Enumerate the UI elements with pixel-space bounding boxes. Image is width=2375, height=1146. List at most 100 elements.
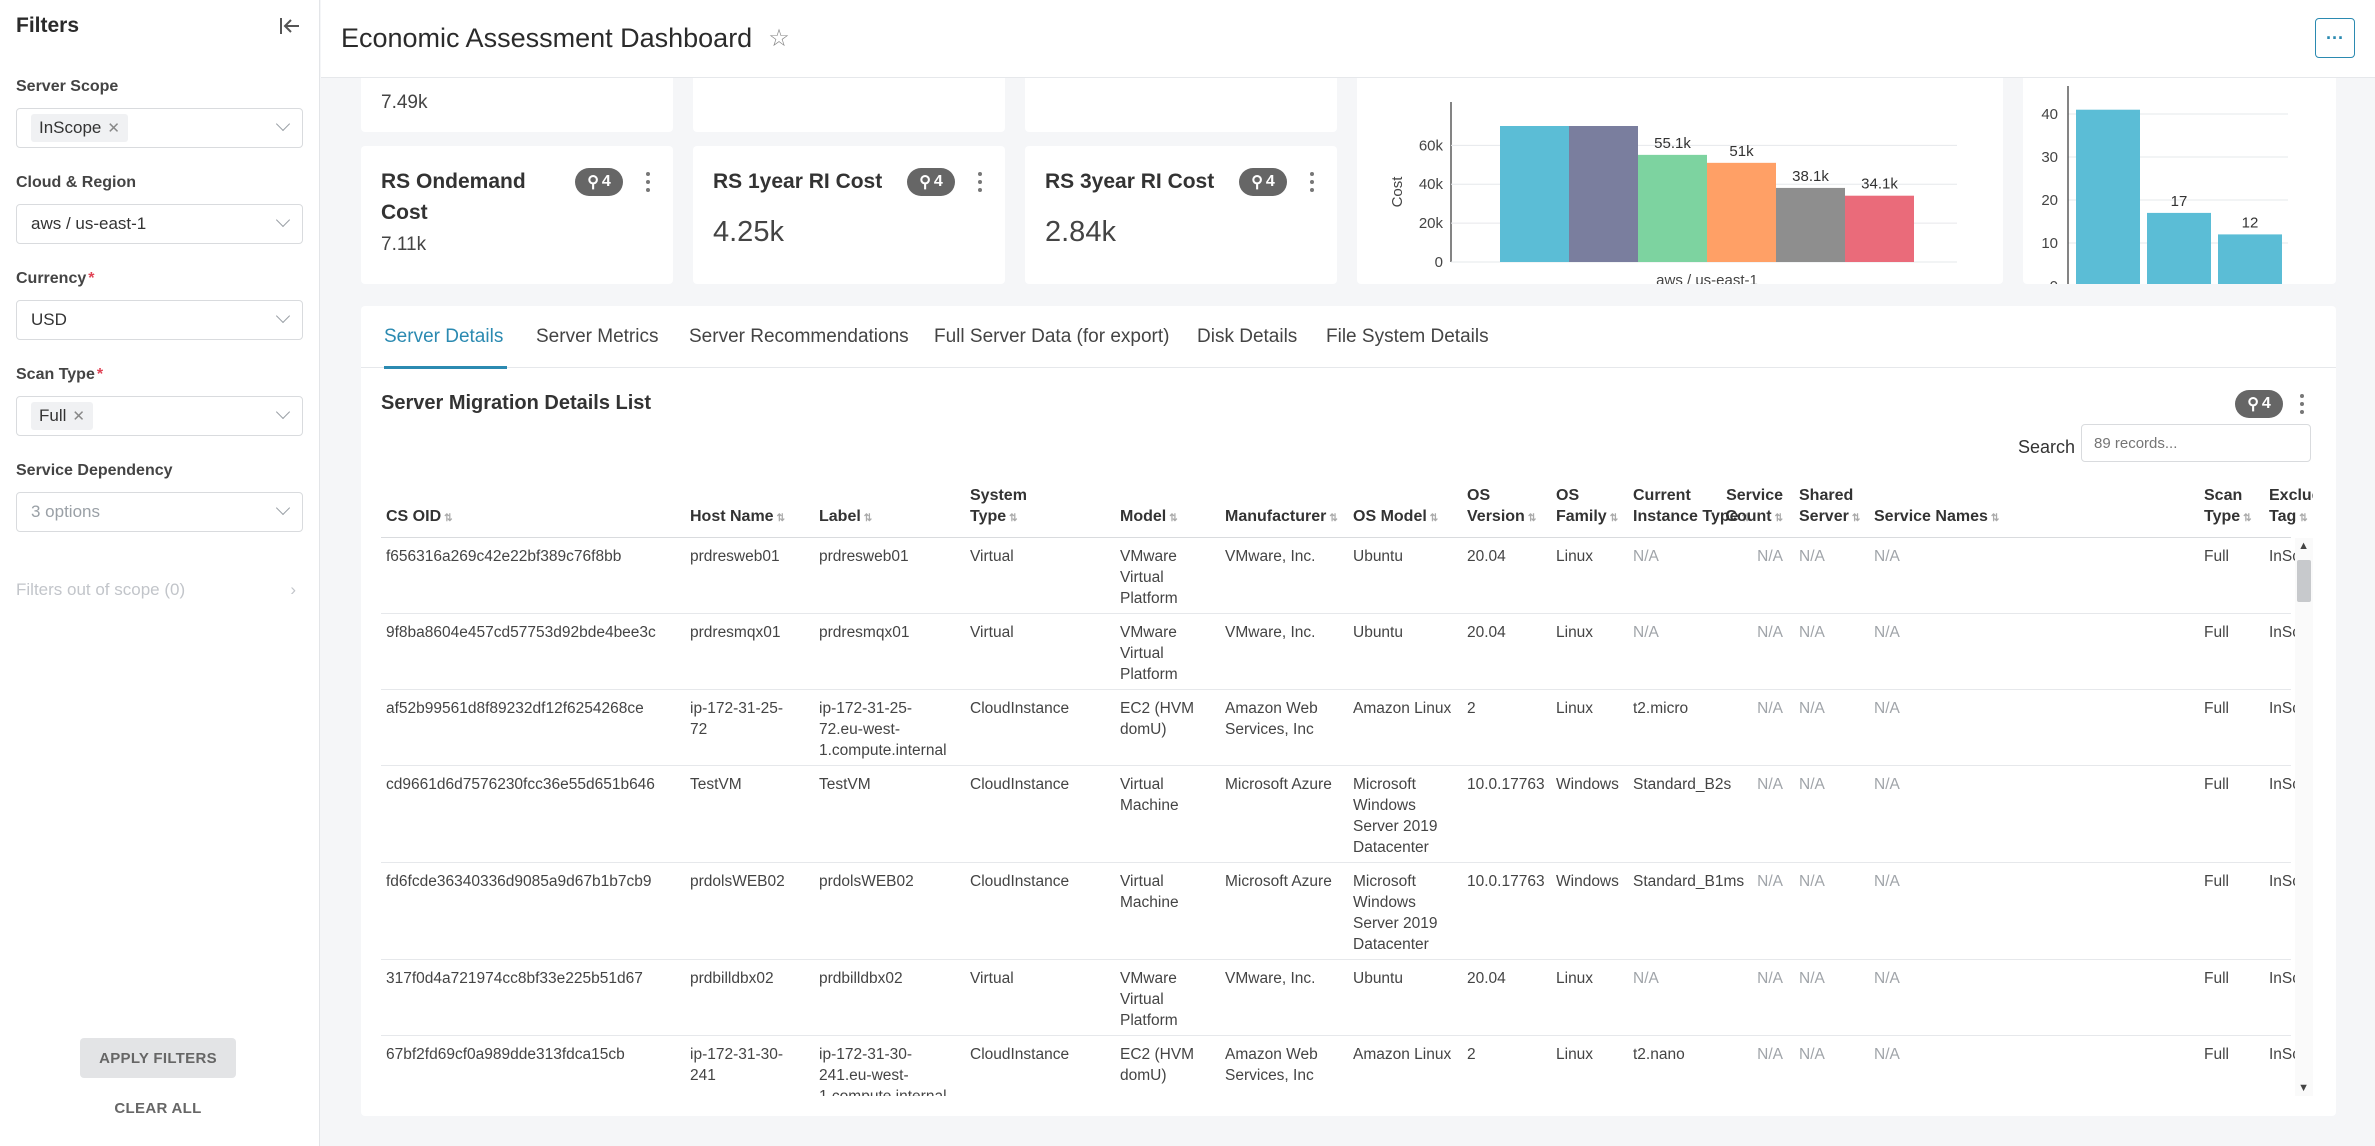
column-header-label: Type: [2204, 508, 2241, 525]
sort-icon[interactable]: ⇅: [864, 513, 872, 524]
column-header[interactable]: System Type ⇅: [970, 485, 1027, 529]
column-header[interactable]: CS OID ⇅: [386, 506, 453, 529]
sort-icon[interactable]: ⇅: [1329, 513, 1337, 524]
service-dependency-label: Service Dependency: [16, 462, 173, 479]
column-header-label: Tag: [2269, 508, 2297, 525]
table-cell: ip-172-31-25- 72: [690, 700, 784, 738]
column-header[interactable]: OS Version ⇅: [1467, 485, 1536, 529]
service-dependency-select[interactable]: 3 options: [16, 492, 303, 532]
table-row[interactable]: cd9661d6d7576230fcc36e55d651b646 TestVM Te…: [381, 766, 2313, 863]
table-row[interactable]: fd6fcde36340336d9085a9d67b1b7cb9 prdolsWE…: [381, 863, 2313, 960]
column-header-label: Count: [1725, 508, 1772, 525]
table-cell: t2.micro: [1633, 700, 1689, 717]
tab-server-recommendations[interactable]: Server Recommendations: [689, 326, 909, 348]
kebab-menu-icon[interactable]: [1306, 168, 1318, 196]
table-cell: TestVM: [690, 776, 742, 793]
apply-filters-button[interactable]: APPLY FILTERS: [80, 1038, 236, 1078]
server-scope-select[interactable]: InScope ✕: [16, 108, 303, 148]
sidebar-title: Filters: [16, 14, 80, 37]
table-row[interactable]: 67bf2fd69cf0a989dde313fdca15cb ip-172-31-…: [381, 1036, 2313, 1096]
table-row[interactable]: af52b99561d8f89232df12f6254268ce ip-172-3…: [381, 690, 2313, 766]
table-cell: Ubuntu: [1353, 624, 1403, 641]
column-header[interactable]: Shared Server ⇅: [1799, 485, 1860, 529]
more-options-button[interactable]: ···: [2315, 18, 2355, 58]
table-cell: N/A: [1757, 1046, 1783, 1063]
table-cell: Amazon Web Services, Inc: [1225, 700, 1318, 738]
filter-count-badge[interactable]: ⚲ 4: [907, 168, 955, 196]
list-title: Server Migration Details List: [381, 392, 652, 414]
column-header[interactable]: Service Names ⇅: [1874, 506, 1999, 529]
sort-icon[interactable]: ⇅: [1991, 513, 1999, 524]
sort-icon[interactable]: ⇅: [1169, 513, 1177, 524]
tab-bar: Server Details Server Metrics Server Rec…: [361, 306, 2336, 369]
table-row[interactable]: 317f0d4a721974cc8bf33e225b51d67 prdbilldb…: [381, 960, 2313, 1036]
filter-count: 4: [601, 173, 611, 190]
sort-icon[interactable]: ⇅: [2299, 513, 2307, 524]
filter-icon: ⚲: [919, 174, 931, 191]
table-cell: N/A: [1757, 970, 1783, 987]
column-header[interactable]: OS Family ⇅: [1556, 485, 1618, 529]
column-header[interactable]: Exclude Tag⇅: [2269, 485, 2313, 529]
scan-type-select[interactable]: Full ✕: [16, 396, 303, 436]
filters-out-of-scope[interactable]: Filters out of scope (0) ›: [16, 580, 296, 600]
sort-icon[interactable]: ⇅: [1528, 513, 1536, 524]
metric-card-1year: RS 1year RI Cost ⚲ 4 4.25k: [693, 146, 1005, 284]
column-header[interactable]: Scan Type ⇅: [2204, 485, 2252, 529]
column-header[interactable]: Host Name ⇅: [690, 506, 785, 529]
data-label: 51k: [1729, 143, 1754, 160]
tab-server-metrics[interactable]: Server Metrics: [536, 326, 658, 348]
scroll-down-icon[interactable]: ▼: [2298, 1082, 2309, 1094]
tab-full-server-data[interactable]: Full Server Data (for export): [934, 326, 1169, 348]
column-header[interactable]: Model ⇅: [1120, 506, 1178, 529]
tab-server-details[interactable]: Server Details: [384, 326, 503, 348]
kebab-menu-icon[interactable]: [642, 168, 654, 196]
tab-file-system-details[interactable]: File System Details: [1326, 326, 1489, 348]
sort-icon[interactable]: ⇅: [444, 513, 452, 524]
currency-select[interactable]: USD: [16, 300, 303, 340]
column-header-label: System: [970, 487, 1027, 504]
remove-tag-icon[interactable]: ✕: [72, 407, 85, 425]
sort-icon[interactable]: ⇅: [2243, 513, 2251, 524]
table-cell: fd6fcde36340336d9085a9d67b1b7cb9: [386, 873, 652, 890]
favorite-star-icon[interactable]: ☆: [768, 24, 790, 53]
filter-count-badge[interactable]: ⚲ 4: [2235, 390, 2283, 418]
filter-icon: ⚲: [587, 174, 599, 191]
column-header[interactable]: Label ⇅: [819, 506, 872, 529]
table-cell: N/A: [1874, 970, 1900, 987]
table-row[interactable]: f656316a269c42e22bf389c76f8bb prdresweb01…: [381, 538, 2313, 614]
chart-bar: [1569, 126, 1638, 262]
column-header[interactable]: Manufacturer ⇅: [1225, 506, 1338, 529]
table-cell: N/A: [1799, 873, 1825, 890]
sort-icon[interactable]: ⇅: [1430, 513, 1438, 524]
sort-icon[interactable]: ⇅: [777, 513, 785, 524]
sort-icon[interactable]: ⇅: [1775, 513, 1783, 524]
metric-card-ondemand: RS Ondemand Cost ⚲ 4 7.11k: [361, 146, 673, 284]
sort-icon[interactable]: ⇅: [1852, 513, 1860, 524]
search-input[interactable]: [2081, 424, 2311, 462]
kebab-menu-icon[interactable]: [974, 168, 986, 196]
sort-icon[interactable]: ⇅: [1610, 513, 1618, 524]
clear-all-button[interactable]: CLEAR ALL: [80, 1100, 236, 1117]
cloud-region-select[interactable]: aws / us-east-1: [16, 204, 303, 244]
collapse-sidebar-icon[interactable]: [277, 13, 303, 39]
server-scope-tag-label: InScope: [39, 118, 102, 137]
metric-value: 7.11k: [381, 234, 427, 255]
filter-count-badge[interactable]: ⚲ 4: [1239, 168, 1287, 196]
table-cell: N/A: [1799, 624, 1825, 641]
table-row[interactable]: 9f8ba8604e457cd57753d92bde4bee3c prdresmq…: [381, 614, 2313, 690]
kebab-menu-icon[interactable]: [2296, 390, 2308, 418]
table-scrollbar[interactable]: ▲ ▼: [2295, 538, 2313, 1096]
metric-value: 4.25k: [713, 216, 784, 248]
column-header[interactable]: OS Model ⇅: [1353, 506, 1438, 529]
remove-tag-icon[interactable]: ✕: [107, 119, 120, 137]
column-header[interactable]: Service Count ⇅: [1725, 485, 1783, 529]
scrollbar-thumb[interactable]: [2297, 560, 2311, 602]
table-cell: 20.04: [1467, 970, 1506, 987]
out-of-scope-label: Filters out of scope (0): [16, 580, 186, 599]
filter-count-badge[interactable]: ⚲ 4: [575, 168, 623, 196]
sort-icon[interactable]: ⇅: [1009, 513, 1017, 524]
dashboard-content: 7.49k RS Ondemand Cost ⚲ 4 7.11k RS 1year…: [321, 78, 2375, 1146]
tab-disk-details[interactable]: Disk Details: [1197, 326, 1297, 348]
scroll-up-icon[interactable]: ▲: [2298, 540, 2309, 552]
table-header: CS OID ⇅ Host Name ⇅ Label ⇅ System Type ⇅ Model ⇅…: [381, 476, 2313, 538]
